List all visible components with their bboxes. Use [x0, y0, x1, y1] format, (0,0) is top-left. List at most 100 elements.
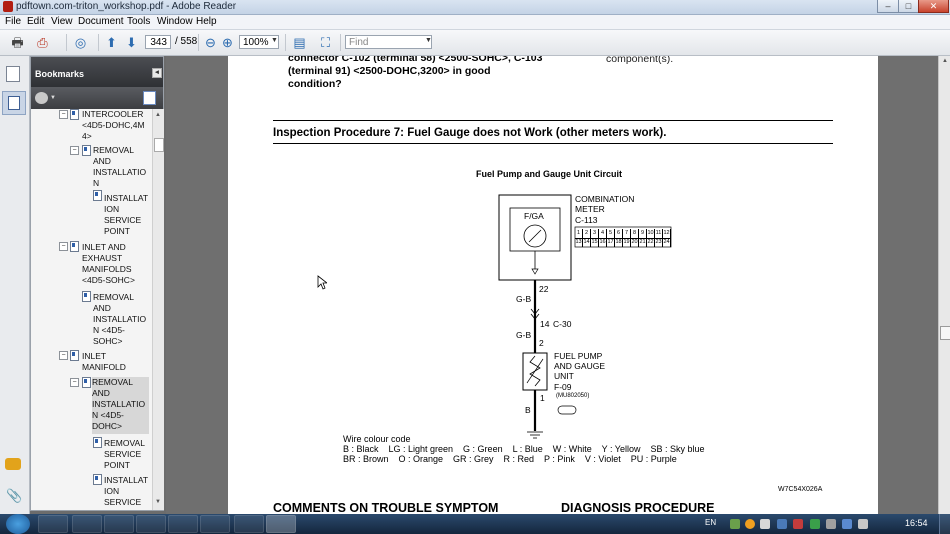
previous-page-icon[interactable]: ⬆	[104, 35, 119, 50]
page-number-input[interactable]: 343	[145, 35, 171, 49]
bookmark-icon	[82, 145, 91, 156]
bookmark-item[interactable]: REMOVAL AND INSTALLATIO N	[93, 145, 149, 189]
zoom-in-icon[interactable]: ⊕	[220, 35, 235, 50]
chevron-down-icon[interactable]: ▼	[50, 95, 56, 101]
document-viewport[interactable]: connector C-102 (terminal 58) <2500-SOHC…	[166, 56, 938, 514]
taskbar-ie-icon[interactable]	[38, 515, 68, 533]
menu-help[interactable]: Help	[196, 15, 217, 29]
menu-view[interactable]: View	[51, 15, 73, 29]
collapse-toggle[interactable]: −	[59, 110, 68, 119]
menu-window[interactable]: Window	[157, 15, 193, 29]
bookmark-item[interactable]: REMOVAL AND INSTALLATIO N <4D5-SOHC>	[93, 292, 149, 347]
bookmarks-scrollbar[interactable]: ▲ ▼	[152, 109, 164, 510]
collapse-toggle[interactable]: −	[70, 146, 79, 155]
bottom-left-heading: COMMENTS ON TROUBLE SYMPTOM	[273, 501, 499, 514]
chevron-down-icon[interactable]: ▼	[425, 37, 432, 44]
taskbar-firefox-icon[interactable]	[136, 515, 166, 533]
adobe-reader-icon	[3, 1, 13, 12]
scroll-up-icon[interactable]: ▲	[155, 112, 161, 118]
wire-colour-line-2: BR : Brown O : Orange GR : Grey R : Red …	[343, 454, 677, 464]
navigation-panel: 📎	[0, 56, 30, 514]
bookmark-item-selected[interactable]: REMOVAL AND INSTALLATIO N <4D5-DOHC>	[92, 377, 149, 434]
taskbar-network-icon[interactable]	[168, 515, 198, 533]
tray-icon[interactable]	[826, 519, 836, 529]
next-page-icon[interactable]: ⬇	[124, 35, 139, 50]
pin-1: 1	[540, 393, 545, 403]
menu-edit[interactable]: Edit	[27, 15, 44, 29]
taskbar-excel-icon[interactable]	[234, 515, 264, 533]
menu-tools[interactable]: Tools	[127, 15, 150, 29]
tray-icon[interactable]	[730, 519, 740, 529]
create-pdf-icon[interactable]: ⎙	[35, 35, 50, 50]
bookmarks-title: Bookmarks	[35, 69, 85, 79]
print-icon[interactable]: 🖶	[10, 35, 25, 50]
pin-14: 14	[540, 319, 550, 329]
menu-bar: File Edit View Document Tools Window Hel…	[0, 15, 950, 30]
new-bookmark-icon[interactable]	[143, 91, 156, 105]
attachment-icon[interactable]: 📎	[6, 488, 22, 504]
tray-icon[interactable]	[777, 519, 787, 529]
chevron-down-icon[interactable]: ▼	[271, 37, 278, 44]
meter-connector: C-113	[575, 215, 598, 225]
tray-icon[interactable]	[810, 519, 820, 529]
taskbar-explorer-icon[interactable]	[104, 515, 134, 533]
share-icon[interactable]: ◎	[73, 35, 88, 50]
bookmark-icon	[70, 109, 79, 120]
taskbar-adobe-reader-icon[interactable]	[266, 515, 296, 533]
scroll-down-icon[interactable]: ▼	[155, 499, 161, 505]
minimize-button[interactable]: –	[877, 0, 899, 13]
scroll-up-icon[interactable]: ▲	[942, 58, 948, 64]
show-desktop-button[interactable]	[939, 514, 950, 534]
tray-icon[interactable]	[745, 519, 755, 529]
collapse-toggle[interactable]: −	[70, 378, 79, 387]
bookmark-item[interactable]: INSTALLAT ION SERVICE	[104, 475, 150, 508]
scrollbar-thumb[interactable]	[940, 326, 950, 340]
bookmark-item[interactable]: REMOVAL SERVICE POINT	[104, 438, 150, 471]
collapse-panel-icon[interactable]: ◂	[152, 68, 162, 78]
connector-pin: 15	[591, 238, 599, 247]
tray-icon[interactable]	[760, 519, 770, 529]
connector-c30: C-30	[553, 319, 572, 329]
comment-icon[interactable]	[5, 458, 21, 470]
gauge-needle	[528, 229, 542, 243]
pump-label-1: FUEL PUMP	[554, 351, 603, 361]
connector-pin: 5	[607, 229, 615, 238]
options-gear-icon[interactable]	[35, 92, 48, 104]
clock: 16:54	[905, 518, 928, 528]
close-button[interactable]: ✕	[918, 0, 949, 13]
scrollbar-thumb[interactable]	[154, 138, 164, 152]
bookmark-item[interactable]: INLET MANIFOLD	[82, 351, 142, 373]
connector-pin: 12	[663, 229, 671, 238]
window-title: pdftown.com-triton_workshop.pdf - Adobe …	[16, 1, 237, 12]
bookmark-item[interactable]: INLET AND EXHAUST MANIFOLDS <4D5-SOHC>	[82, 242, 150, 286]
volume-icon[interactable]	[858, 519, 868, 529]
pages-icon[interactable]	[6, 66, 20, 82]
fit-page-icon[interactable]: ▤	[292, 35, 307, 50]
collapse-toggle[interactable]: −	[59, 351, 68, 360]
network-icon[interactable]	[842, 519, 852, 529]
zoom-out-icon[interactable]: ⊖	[203, 35, 218, 50]
connector-pin: 21	[639, 238, 647, 247]
tray-icon[interactable]	[793, 519, 803, 529]
menu-file[interactable]: File	[5, 15, 21, 29]
taskbar-media-icon[interactable]	[72, 515, 102, 533]
maximize-button[interactable]: □	[898, 0, 919, 13]
menu-document[interactable]: Document	[78, 15, 124, 29]
language-indicator[interactable]: EN	[705, 518, 716, 527]
connector-pin: 7	[623, 229, 631, 238]
find-input[interactable]: Find	[345, 35, 432, 49]
taskbar-chrome-icon[interactable]	[200, 515, 230, 533]
toolbar-divider	[66, 34, 67, 51]
bookmark-icon	[8, 96, 20, 110]
collapse-toggle[interactable]: −	[59, 242, 68, 251]
bookmark-item[interactable]: INSTALLAT ION SERVICE POINT	[104, 193, 150, 237]
toolbar: 🖶 ⎙ ◎ ⬆ ⬇ 343 / 558 ⊖ ⊕ 100% ▼ ▤ ⛶ Find …	[0, 30, 950, 56]
connector-pin: 6	[615, 229, 623, 238]
connector-pin: 19	[623, 238, 631, 247]
bookmarks-panel-button[interactable]	[2, 91, 26, 115]
connector-pin: 11	[655, 229, 663, 238]
start-button[interactable]	[6, 514, 30, 534]
full-screen-icon[interactable]: ⛶	[318, 35, 333, 50]
document-scrollbar[interactable]: ▲	[938, 56, 950, 514]
bookmark-item[interactable]: INTERCOOLER <4D5-DOHC,4M 4>	[82, 109, 150, 142]
